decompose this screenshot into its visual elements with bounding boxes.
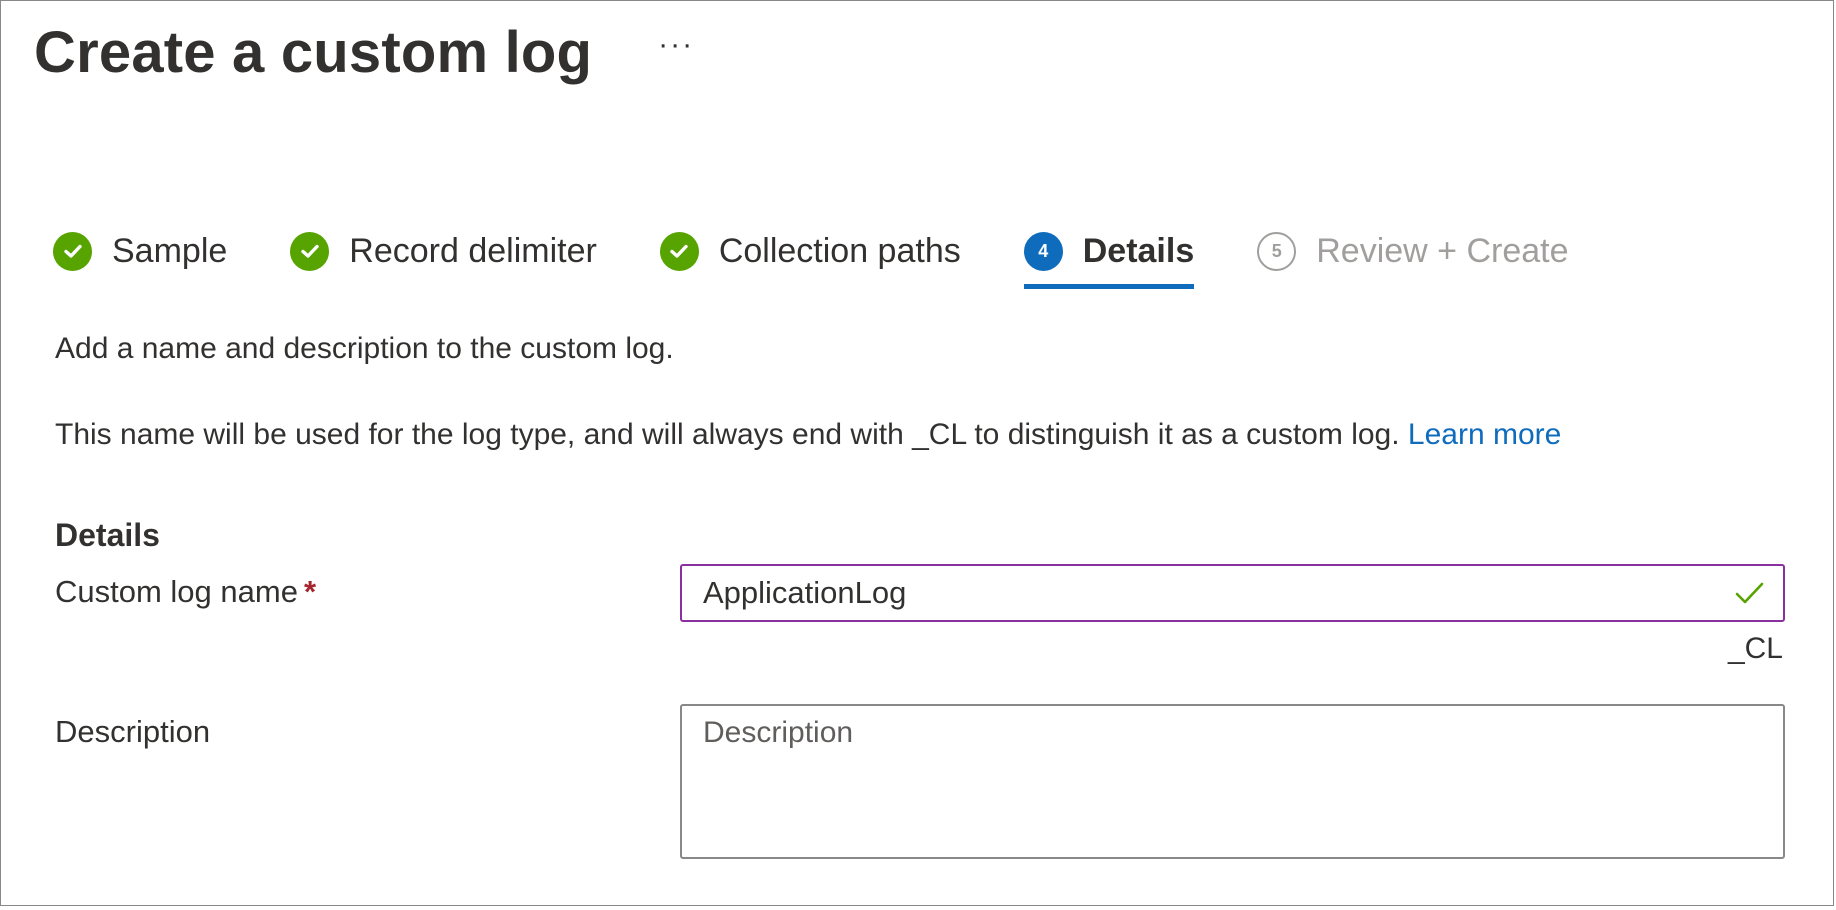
page-header: Create a custom log ··· <box>34 19 698 87</box>
custom-log-name-input[interactable] <box>682 566 1731 620</box>
description-body: This name will be used for the log type,… <box>55 418 1400 451</box>
step-number-icon: 4 <box>1023 231 1063 271</box>
create-custom-log-panel: Create a custom log ··· Sample Record de… <box>0 0 1834 906</box>
step-label: Record delimiter <box>349 231 597 270</box>
more-options-button[interactable]: ··· <box>654 25 698 65</box>
check-circle-icon <box>53 231 92 271</box>
page-title: Create a custom log <box>34 20 593 85</box>
name-suffix: _CL <box>1727 632 1783 665</box>
details-section-title: Details <box>55 517 160 553</box>
step-label: Collection paths <box>718 231 961 270</box>
wizard-steps: Sample Record delimiter Collection paths… <box>53 225 1569 289</box>
step-collection-paths[interactable]: Collection paths <box>659 225 961 289</box>
intro-text: Add a name and description to the custom… <box>55 332 674 365</box>
custom-log-name-label: Custom log name * <box>55 574 316 610</box>
step-number-icon: 5 <box>1257 231 1297 271</box>
description-text: This name will be used for the log type,… <box>55 418 1561 452</box>
step-label: Sample <box>112 231 228 270</box>
step-label: Details <box>1082 231 1195 270</box>
required-marker: * <box>303 574 317 609</box>
step-label: Review + Create <box>1316 231 1569 270</box>
description-textarea[interactable] <box>680 704 1785 859</box>
step-review-create[interactable]: 5 Review + Create <box>1257 225 1569 289</box>
step-sample[interactable]: Sample <box>53 225 227 289</box>
custom-log-name-label-text: Custom log name <box>55 574 298 609</box>
custom-log-name-field <box>680 564 1785 622</box>
step-details[interactable]: 4 Details <box>1023 225 1195 289</box>
check-circle-icon <box>659 231 699 271</box>
learn-more-link[interactable]: Learn more <box>1408 418 1561 451</box>
check-circle-icon <box>290 231 330 271</box>
step-record-delimiter[interactable]: Record delimiter <box>290 225 597 289</box>
description-label: Description <box>55 714 211 749</box>
checkmark-icon <box>1735 582 1764 604</box>
